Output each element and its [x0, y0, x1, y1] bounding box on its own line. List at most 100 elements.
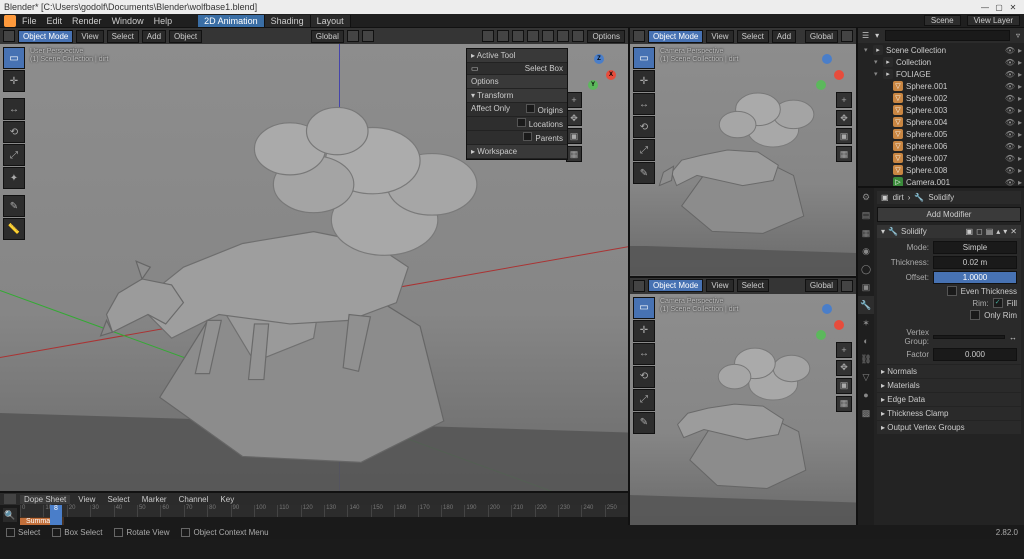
gizmo-z-icon[interactable] [822, 304, 832, 314]
nav-gizmo[interactable]: X Y Z [584, 52, 620, 88]
window-minimize-button[interactable]: — [978, 1, 992, 13]
viewport-menu-select[interactable]: Select [107, 30, 139, 43]
shading-rendered-icon[interactable] [572, 30, 584, 42]
tool-move[interactable]: ↔ [3, 98, 25, 120]
shading-matcap-icon[interactable] [557, 30, 569, 42]
ptab-scene-icon[interactable]: ◉ [858, 242, 874, 260]
tool-rotate[interactable]: ⟲ [3, 121, 25, 143]
viewport-main[interactable]: User Perspective (1) Scene Collection | … [0, 44, 628, 491]
tool-transform[interactable]: ✦ [3, 167, 25, 189]
breadcrumb-modifier[interactable]: Solidify [928, 193, 954, 202]
outliner-item[interactable]: ▽Sphere.004👁▸ [860, 116, 1022, 128]
editor-type-icon[interactable] [3, 30, 15, 42]
orient-dropdown[interactable]: Global [805, 279, 838, 292]
restrict-icon[interactable]: ▸ [1018, 166, 1022, 175]
ptab-constraints-icon[interactable]: ⛓ [858, 350, 874, 368]
workspace-tab[interactable]: Layout [311, 15, 351, 27]
timeline-key[interactable]: Key [216, 495, 238, 504]
npanel-origins-check[interactable] [526, 104, 535, 113]
fill-rim-check[interactable] [993, 298, 1003, 308]
orient-dropdown[interactable]: Global [805, 30, 838, 43]
shading-icon[interactable] [841, 30, 853, 42]
viewport-menu-view[interactable]: View [706, 30, 733, 43]
tool-scale[interactable]: ⤢ [3, 144, 25, 166]
tool-scale[interactable]: ⤢ [633, 389, 655, 411]
options-dropdown[interactable]: Options [587, 30, 625, 43]
gizmo-y-icon[interactable] [816, 80, 826, 90]
viewport-menu-view[interactable]: View [706, 279, 733, 292]
modifier-display-render-icon[interactable]: ▣ [966, 227, 974, 236]
panel-materials[interactable]: ▸ Materials [877, 379, 1021, 392]
workspace-tab-active[interactable]: 2D Animation [198, 15, 265, 27]
outliner-item[interactable]: ▽Sphere.007👁▸ [860, 152, 1022, 164]
camera-icon[interactable]: ▣ [836, 128, 852, 144]
modifier-move-down-icon[interactable]: ▾ [1003, 227, 1007, 236]
factor-field[interactable]: 0.000 [933, 348, 1017, 361]
viewport-menu-add[interactable]: Add [142, 30, 166, 43]
tool-move[interactable]: ↔ [633, 93, 655, 115]
ptab-object-icon[interactable]: ▣ [858, 278, 874, 296]
offset-field[interactable]: 1.0000 [933, 271, 1017, 284]
vgroup-invert-icon[interactable]: ↔ [1009, 333, 1017, 342]
outliner-item[interactable]: ▽Sphere.005👁▸ [860, 128, 1022, 140]
restrict-icon[interactable]: ▸ [1018, 46, 1022, 55]
persp-icon[interactable]: ▦ [836, 146, 852, 162]
only-rim-check[interactable] [970, 310, 980, 320]
panel-normals[interactable]: ▸ Normals [877, 365, 1021, 378]
eye-icon[interactable]: 👁 [1005, 178, 1015, 187]
viewport-menu-add[interactable]: Add [772, 30, 796, 43]
timeline-body[interactable]: 🔍 01020304050607080901001101201301401501… [0, 505, 628, 525]
outliner-item[interactable]: ▾▸Scene Collection👁▸ [860, 44, 1022, 56]
outliner-item[interactable]: ▾▸Collection👁▸ [860, 56, 1022, 68]
restrict-icon[interactable]: ▸ [1018, 142, 1022, 151]
npanel-parents-check[interactable] [523, 132, 532, 141]
viewport-menu-view[interactable]: View [76, 30, 103, 43]
eye-icon[interactable]: 👁 [1005, 46, 1015, 55]
tool-measure[interactable]: 📏 [3, 218, 25, 240]
gizmo-z-icon[interactable] [822, 54, 832, 64]
menu-help[interactable]: Help [150, 16, 177, 26]
zoom-icon[interactable]: + [566, 92, 582, 108]
tool-annotate[interactable]: ✎ [3, 195, 25, 217]
gizmo-y-icon[interactable] [816, 330, 826, 340]
tool-scale[interactable]: ⤢ [633, 139, 655, 161]
nav-gizmo[interactable] [812, 52, 848, 88]
panel-output-vgroups[interactable]: ▸ Output Vertex Groups [877, 421, 1021, 434]
outliner-item[interactable]: ▽Sphere.001👁▸ [860, 80, 1022, 92]
outliner-tree[interactable]: ▾▸Scene Collection👁▸▾▸Collection👁▸▾▸FOLI… [858, 43, 1024, 186]
timeline-channel[interactable]: Channel [175, 495, 213, 504]
shading-solid-icon[interactable] [542, 30, 554, 42]
window-maximize-button[interactable]: ▢ [992, 1, 1006, 13]
eye-icon[interactable]: 👁 [1005, 130, 1015, 139]
viewport-menu-select[interactable]: Select [737, 30, 769, 43]
shading-icon[interactable] [841, 280, 853, 292]
snap-icon[interactable] [347, 30, 359, 42]
outliner-filter-icon[interactable]: ▿ [1016, 31, 1020, 40]
ptab-modifier-icon[interactable]: 🔧 [858, 296, 874, 314]
restrict-icon[interactable]: ▸ [1018, 94, 1022, 103]
ptab-texture-icon[interactable]: ▩ [858, 404, 874, 422]
window-close-button[interactable]: ✕ [1006, 1, 1020, 13]
eye-icon[interactable]: 👁 [1005, 118, 1015, 127]
modifier-display-edit-icon[interactable]: ▤ [986, 227, 994, 236]
pan-icon[interactable]: ✥ [836, 110, 852, 126]
gizmo-toggle-icon[interactable] [482, 30, 494, 42]
pan-icon[interactable]: ✥ [566, 110, 582, 126]
persp-icon[interactable]: ▦ [836, 396, 852, 412]
restrict-icon[interactable]: ▸ [1018, 58, 1022, 67]
timeline-editor-dropdown[interactable]: Dope Sheet [20, 495, 70, 504]
outliner-item[interactable]: ▽Sphere.006👁▸ [860, 140, 1022, 152]
restrict-icon[interactable]: ▸ [1018, 154, 1022, 163]
restrict-icon[interactable]: ▸ [1018, 82, 1022, 91]
editor-type-icon[interactable] [633, 280, 645, 292]
outliner-item[interactable]: ▽Sphere.002👁▸ [860, 92, 1022, 104]
tool-cursor[interactable]: ✛ [633, 320, 655, 342]
timeline-editor-icon[interactable] [4, 494, 16, 504]
shading-wireframe-icon[interactable] [527, 30, 539, 42]
restrict-icon[interactable]: ▸ [1018, 130, 1022, 139]
timeline-select[interactable]: Select [103, 495, 133, 504]
outliner-search[interactable] [885, 30, 1010, 41]
outliner-item[interactable]: ▷Camera.001👁▸ [860, 176, 1022, 186]
search-icon[interactable]: 🔍 [3, 508, 17, 522]
eye-icon[interactable]: 👁 [1005, 166, 1015, 175]
